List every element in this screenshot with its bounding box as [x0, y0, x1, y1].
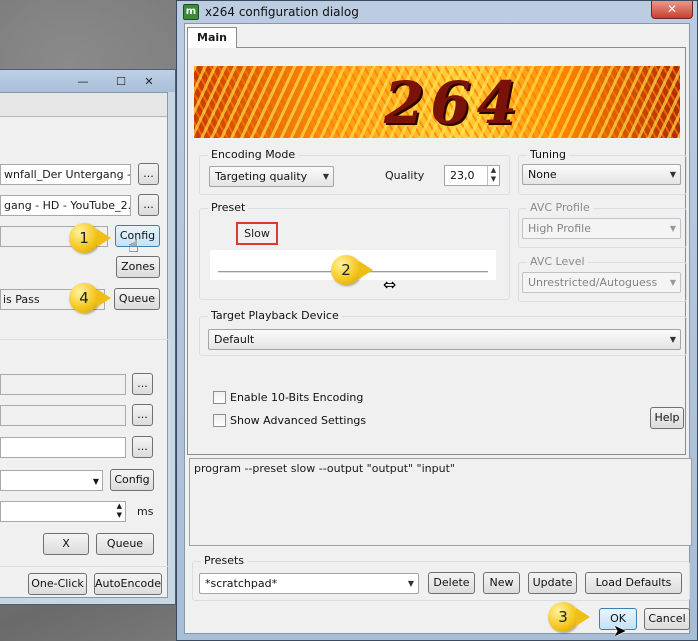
- input-browse-button[interactable]: ...: [138, 163, 159, 185]
- callout-marker-1: 1: [69, 223, 111, 253]
- enable-10bit-checkbox[interactable]: [213, 391, 226, 404]
- chevron-down-icon: ▼: [669, 335, 676, 344]
- app-icon: m: [183, 4, 199, 20]
- chevron-down-icon: ▼: [322, 172, 329, 181]
- output-file-field[interactable]: gang - HD - YouTube_2.mp4: [0, 195, 131, 216]
- callout-marker-4: 4: [69, 283, 111, 313]
- audio-input-browse-button[interactable]: ...: [132, 373, 153, 395]
- audio-codec-select[interactable]: ▼: [0, 470, 103, 491]
- audio-input-field[interactable]: [0, 374, 126, 395]
- cancel-button[interactable]: Cancel: [644, 608, 690, 630]
- resize-cursor-icon: ⇔: [383, 275, 397, 294]
- chevron-down-icon: ▼: [669, 278, 676, 287]
- audio-queue-button[interactable]: Queue: [96, 533, 154, 555]
- close-button[interactable]: ✕: [138, 74, 160, 89]
- enable-10bit-label: Enable 10-Bits Encoding: [230, 391, 364, 404]
- input-file-field[interactable]: wnfall_Der Untergang - HD: [0, 164, 131, 185]
- preset-delete-button[interactable]: Delete: [428, 572, 475, 594]
- presets-value: *scratchpad*: [205, 577, 278, 590]
- spin-arrows-icon[interactable]: ▲ ▼: [487, 166, 499, 185]
- hand-cursor-icon: ☝: [128, 236, 139, 257]
- autoencode-button[interactable]: AutoEncode: [94, 573, 162, 595]
- pointer-cursor-icon: ➤: [613, 621, 627, 640]
- preset-value-label: Slow: [236, 222, 278, 245]
- remove-audio-button[interactable]: X: [43, 533, 89, 555]
- presets-label: Presets: [201, 554, 248, 567]
- chevron-down-icon: ▼: [669, 224, 676, 233]
- x264-config-dialog: m x264 configuration dialog ✕ Main 264 E…: [176, 0, 698, 641]
- delay-stepper[interactable]: ▲ ▼: [0, 501, 126, 522]
- presets-select[interactable]: *scratchpad* ▼: [199, 573, 419, 594]
- callout-marker-3: 3: [548, 602, 590, 632]
- quality-label: Quality: [385, 169, 425, 182]
- background-window: — ☐ ✕ wnfall_Der Untergang - HD ... gang…: [0, 69, 176, 605]
- chevron-down-icon: ▼: [669, 170, 676, 179]
- avc-level-select[interactable]: Unrestricted/Autoguess ▼: [522, 272, 681, 293]
- playback-device-value: Default: [214, 333, 255, 346]
- avc-profile-select[interactable]: High Profile ▼: [522, 218, 681, 239]
- avc-profile-value: High Profile: [528, 222, 591, 235]
- show-advanced-label: Show Advanced Settings: [230, 414, 367, 427]
- dialog-titlebar: m x264 configuration dialog ✕: [177, 1, 697, 23]
- audio-file-browse-button[interactable]: ...: [132, 436, 153, 458]
- x264-banner: 264: [194, 66, 680, 138]
- chevron-down-icon: ▼: [407, 579, 414, 588]
- avc-profile-label: AVC Profile: [527, 201, 593, 214]
- zones-button[interactable]: Zones: [116, 256, 160, 278]
- tuning-value: None: [528, 168, 557, 181]
- avc-level-value: Unrestricted/Autoguess: [528, 276, 658, 289]
- audio-output-browse-button[interactable]: ...: [132, 404, 153, 426]
- playback-device-select[interactable]: Default ▼: [208, 329, 681, 350]
- chevron-down-icon: ▼: [92, 477, 99, 486]
- spin-arrows-icon: ▲ ▼: [116, 502, 122, 519]
- preset-new-button[interactable]: New: [483, 572, 520, 594]
- dialog-client: Main 264 Encoding Mode Targeting quality…: [184, 23, 692, 634]
- close-icon: ✕: [666, 2, 678, 16]
- help-button[interactable]: Help: [650, 407, 684, 429]
- command-line-preview: program --preset slow --output "output" …: [189, 458, 692, 546]
- one-click-button[interactable]: One-Click: [28, 573, 87, 595]
- tab-main[interactable]: Main: [187, 27, 237, 48]
- preset-label: Preset: [208, 201, 249, 214]
- background-window-titlebar: — ☐ ✕: [0, 70, 175, 92]
- audio-config-button[interactable]: Config: [110, 469, 154, 491]
- audio-file-field[interactable]: [0, 437, 126, 458]
- quality-value: 23,0: [450, 169, 475, 182]
- background-window-client: wnfall_Der Untergang - HD ... gang - HD …: [0, 92, 170, 598]
- audio-output-field[interactable]: [0, 405, 126, 426]
- tuning-label: Tuning: [527, 148, 570, 161]
- quality-stepper[interactable]: 23,0 ▲ ▼: [444, 165, 500, 186]
- encoding-mode-value: Targeting quality: [215, 170, 308, 183]
- maximize-button[interactable]: ☐: [110, 74, 132, 89]
- minimize-button[interactable]: —: [72, 74, 94, 89]
- avc-level-label: AVC Level: [527, 255, 588, 268]
- output-browse-button[interactable]: ...: [138, 194, 159, 216]
- banner-logo-text: 264: [384, 69, 524, 137]
- preset-update-button[interactable]: Update: [528, 572, 577, 594]
- encoding-mode-select[interactable]: Targeting quality ▼: [209, 166, 334, 187]
- encoding-mode-label: Encoding Mode: [208, 148, 299, 161]
- tab-row: [0, 93, 167, 117]
- load-defaults-button[interactable]: Load Defaults: [585, 572, 682, 594]
- queue-button[interactable]: Queue: [114, 288, 160, 310]
- callout-marker-2: 2: [331, 255, 373, 285]
- tuning-select[interactable]: None ▼: [522, 164, 681, 185]
- dialog-close-button[interactable]: ✕: [651, 1, 693, 19]
- show-advanced-checkbox[interactable]: [213, 414, 226, 427]
- dialog-title: x264 configuration dialog: [205, 5, 359, 19]
- playback-device-label: Target Playback Device: [208, 309, 342, 322]
- tab-bar: Main: [185, 24, 689, 48]
- ms-unit-label: ms: [137, 505, 154, 518]
